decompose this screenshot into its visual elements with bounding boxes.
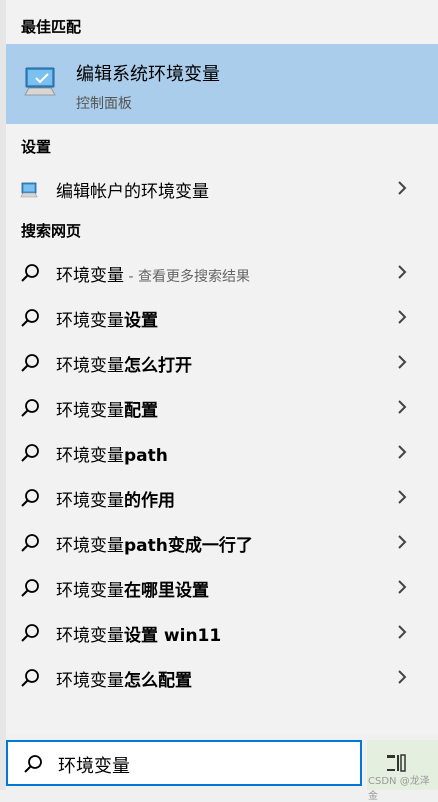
web-result-bold: 怎么打开 [124,356,192,376]
search-icon [19,307,41,329]
web-result-item[interactable]: 环境变量path [6,430,438,474]
chevron-right-icon[interactable] [394,489,410,505]
search-icon [19,667,41,689]
web-result-label: 环境变量 - 查看更多搜索结果 [56,261,250,286]
web-result-prefix: 环境变量 [56,491,124,511]
section-title-best-match: 最佳匹配 [21,18,82,36]
search-icon [19,397,41,419]
settings-item[interactable]: 编辑帐户的环境变量 [6,166,438,210]
web-result-prefix: 环境变量 [56,536,124,556]
web-result-label: 环境变量设置 win11 [56,621,221,646]
search-icon [19,532,41,554]
web-result-bold: 设置 [124,311,158,331]
web-result-prefix: 环境变量 [56,266,124,286]
monitor-icon [22,62,62,102]
web-result-bold: 设置 win11 [124,626,222,646]
web-result-prefix: 环境变量 [56,356,124,376]
web-result-item[interactable]: 环境变量设置 [6,295,438,339]
search-icon [22,753,44,775]
chevron-right-icon[interactable] [394,534,410,550]
search-icon [19,262,41,284]
web-result-label: 环境变量path变成一行了 [56,531,253,556]
web-result-label: 环境变量path [56,441,168,466]
chevron-right-icon[interactable] [394,444,410,460]
web-result-hint: - 查看更多搜索结果 [124,269,250,285]
search-icon [19,442,41,464]
best-match-title: 编辑系统环境变量 [76,64,220,85]
chevron-right-icon[interactable] [394,264,410,280]
search-input[interactable] [56,750,350,780]
web-result-bold: 的作用 [124,491,175,511]
chevron-right-icon[interactable] [394,399,410,415]
web-result-label: 环境变量设置 [56,306,158,331]
web-result-item[interactable]: 环境变量 - 查看更多搜索结果 [6,250,438,294]
left-edge-strip [0,0,6,790]
web-result-prefix: 环境变量 [56,401,124,421]
chevron-right-icon[interactable] [394,579,410,595]
web-result-prefix: 环境变量 [56,581,124,601]
web-result-label: 环境变量的作用 [56,486,175,511]
chevron-right-icon[interactable] [394,180,410,196]
watermark: CSDN @龙泽金 [368,776,430,802]
best-match-subtitle: 控制面板 [76,96,132,112]
web-result-item[interactable]: 环境变量配置 [6,385,438,429]
best-match-item[interactable]: 编辑系统环境变量 控制面板 [6,44,438,124]
section-title-web: 搜索网页 [21,222,82,240]
web-result-prefix: 环境变量 [56,671,124,691]
web-result-bold: path变成一行了 [124,536,253,556]
web-result-bold: 配置 [124,401,158,421]
web-result-bold: path [124,446,168,466]
web-result-item[interactable]: 环境变量在哪里设置 [6,565,438,609]
web-result-bold: 怎么配置 [124,671,192,691]
web-result-label: 环境变量怎么打开 [56,351,192,376]
search-icon [19,352,41,374]
chevron-right-icon[interactable] [394,309,410,325]
search-icon [19,487,41,509]
web-result-prefix: 环境变量 [56,626,124,646]
web-result-item[interactable]: 环境变量的作用 [6,475,438,519]
web-result-item[interactable]: 环境变量怎么打开 [6,340,438,384]
settings-item-label: 编辑帐户的环境变量 [56,182,209,202]
search-icon [19,622,41,644]
web-result-item[interactable]: 环境变量path变成一行了 [6,520,438,564]
chevron-right-icon[interactable] [394,669,410,685]
web-result-prefix: 环境变量 [56,446,124,466]
web-result-item[interactable]: 环境变量怎么配置 [6,655,438,699]
search-results-panel: 最佳匹配 编辑系统环境变量 控制面板 设置 编辑帐户的环境变量 搜索网页 环境变… [0,0,438,734]
search-box[interactable] [6,740,362,786]
chevron-right-icon[interactable] [394,624,410,640]
web-result-label: 环境变量在哪里设置 [56,576,209,601]
web-result-item[interactable]: 环境变量设置 win11 [6,610,438,654]
section-title-settings: 设置 [21,138,52,156]
web-result-bold: 在哪里设置 [124,581,209,601]
search-icon [19,577,41,599]
web-result-label: 环境变量怎么配置 [56,666,192,691]
monitor-icon [19,178,41,200]
chevron-right-icon[interactable] [394,354,410,370]
web-result-label: 环境变量配置 [56,396,158,421]
web-result-prefix: 环境变量 [56,311,124,331]
